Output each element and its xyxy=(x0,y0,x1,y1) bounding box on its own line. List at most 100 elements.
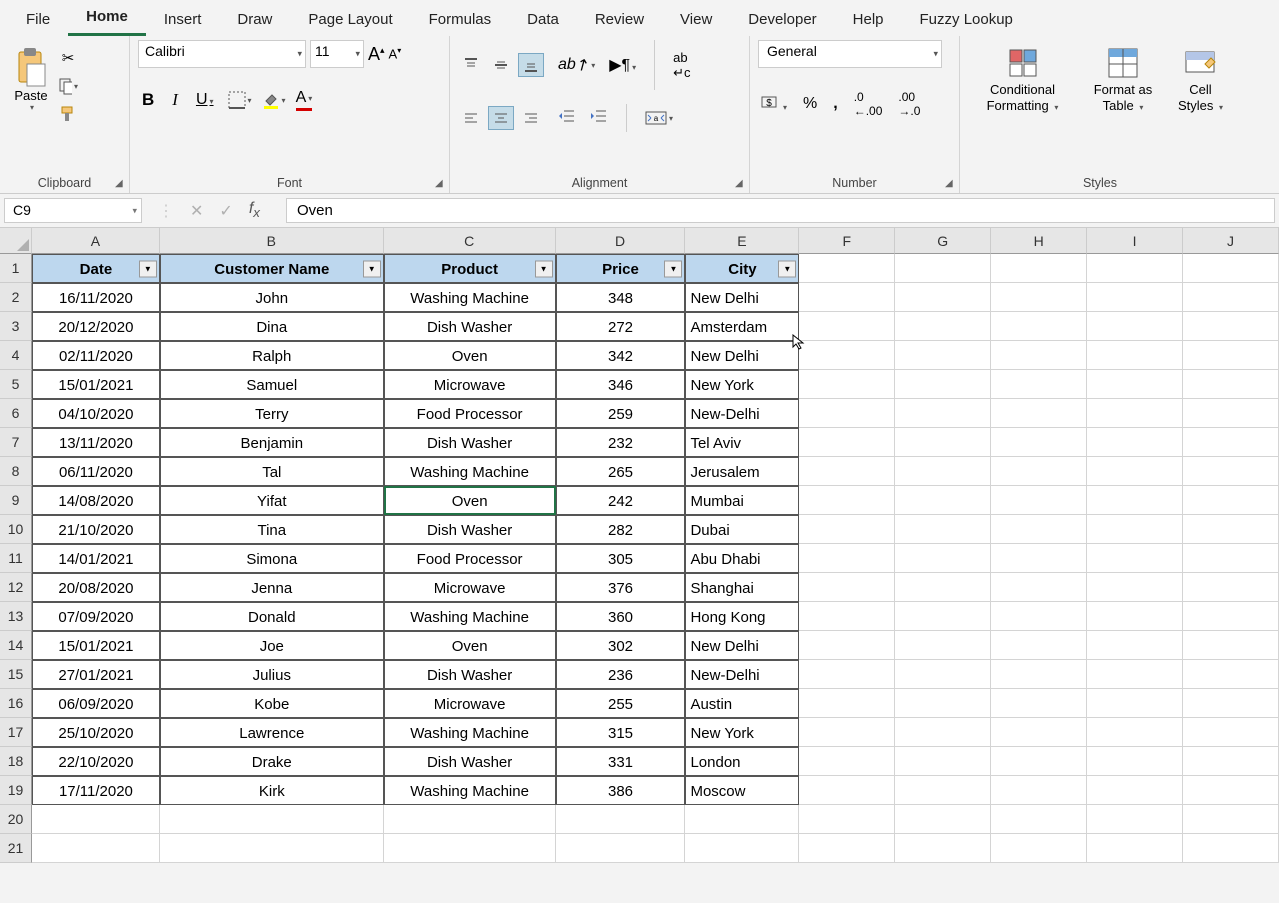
cell[interactable] xyxy=(1183,544,1279,573)
cell[interactable]: 242 xyxy=(556,486,686,515)
cell[interactable] xyxy=(1183,312,1279,341)
cell[interactable]: 15/01/2021 xyxy=(32,370,160,399)
cell[interactable] xyxy=(685,805,799,834)
cell[interactable]: New York xyxy=(685,370,799,399)
cell[interactable]: Oven xyxy=(384,631,556,660)
cell[interactable] xyxy=(895,457,991,486)
row-header[interactable]: 1 xyxy=(0,254,32,283)
decrease-font-button[interactable]: A▾ xyxy=(389,46,402,61)
wrap-text-button[interactable]: ab↵c xyxy=(673,50,690,81)
cell[interactable] xyxy=(991,805,1087,834)
cell[interactable]: 13/11/2020 xyxy=(32,428,160,457)
cell[interactable]: 342 xyxy=(556,341,686,370)
cell[interactable] xyxy=(895,602,991,631)
select-all-corner[interactable] xyxy=(0,228,32,254)
cell[interactable] xyxy=(991,747,1087,776)
cell[interactable]: Simona xyxy=(160,544,384,573)
row-header[interactable]: 21 xyxy=(0,834,32,863)
cell[interactable] xyxy=(556,834,686,863)
borders-button[interactable]: ▾ xyxy=(228,91,252,109)
row-header[interactable]: 6 xyxy=(0,399,32,428)
worksheet-grid[interactable]: ABCDEFGHIJ 1Date▼Customer Name▼Product▼P… xyxy=(0,228,1279,863)
cell[interactable]: 22/10/2020 xyxy=(32,747,160,776)
cell[interactable]: Dubai xyxy=(685,515,799,544)
cell[interactable]: Amsterdam xyxy=(685,312,799,341)
cell[interactable]: New-Delhi xyxy=(685,399,799,428)
cell[interactable] xyxy=(799,515,895,544)
cell[interactable]: Kirk xyxy=(160,776,384,805)
cell[interactable] xyxy=(1087,834,1183,863)
cell[interactable] xyxy=(1087,399,1183,428)
cell[interactable] xyxy=(1087,631,1183,660)
row-header[interactable]: 14 xyxy=(0,631,32,660)
cell[interactable] xyxy=(1183,283,1279,312)
align-bottom-button[interactable] xyxy=(518,53,544,77)
cell[interactable] xyxy=(1183,573,1279,602)
cell[interactable] xyxy=(1183,370,1279,399)
row-header[interactable]: 13 xyxy=(0,602,32,631)
cell[interactable]: Microwave xyxy=(384,370,556,399)
cell[interactable] xyxy=(1087,341,1183,370)
format-as-table-button[interactable]: Format as Table ▾ xyxy=(1081,40,1165,113)
cell[interactable]: 14/01/2021 xyxy=(32,544,160,573)
decrease-indent-button[interactable] xyxy=(558,108,576,129)
cell[interactable] xyxy=(991,834,1087,863)
cell[interactable] xyxy=(895,486,991,515)
cell[interactable]: Julius xyxy=(160,660,384,689)
cell[interactable]: 282 xyxy=(556,515,686,544)
cell[interactable] xyxy=(991,631,1087,660)
cell[interactable]: 265 xyxy=(556,457,686,486)
cell[interactable] xyxy=(1087,312,1183,341)
cell[interactable] xyxy=(895,834,991,863)
cell[interactable] xyxy=(556,805,686,834)
cell[interactable]: 315 xyxy=(556,718,686,747)
cell[interactable]: 305 xyxy=(556,544,686,573)
align-right-button[interactable] xyxy=(518,106,544,130)
cell[interactable] xyxy=(895,399,991,428)
cell[interactable] xyxy=(1183,660,1279,689)
cell[interactable]: 386 xyxy=(556,776,686,805)
cell[interactable]: 331 xyxy=(556,747,686,776)
cell[interactable] xyxy=(1087,776,1183,805)
cell[interactable] xyxy=(1183,602,1279,631)
row-header[interactable]: 2 xyxy=(0,283,32,312)
cell[interactable]: Customer Name▼ xyxy=(160,254,384,283)
cell[interactable] xyxy=(1087,718,1183,747)
cell[interactable]: New Delhi xyxy=(685,341,799,370)
cell[interactable]: Jenna xyxy=(160,573,384,602)
align-top-button[interactable] xyxy=(458,53,484,77)
tab-help[interactable]: Help xyxy=(835,3,902,36)
cell[interactable]: Dina xyxy=(160,312,384,341)
row-header[interactable]: 20 xyxy=(0,805,32,834)
row-header[interactable]: 19 xyxy=(0,776,32,805)
cell[interactable] xyxy=(895,573,991,602)
font-size-select[interactable]: 11▾ xyxy=(310,40,364,68)
cell[interactable]: Dish Washer xyxy=(384,312,556,341)
cell[interactable] xyxy=(1087,689,1183,718)
row-header[interactable]: 10 xyxy=(0,515,32,544)
cell[interactable] xyxy=(799,776,895,805)
cell[interactable] xyxy=(799,631,895,660)
cell[interactable]: Donald xyxy=(160,602,384,631)
fill-color-button[interactable]: ▾ xyxy=(262,91,286,109)
cell[interactable]: 02/11/2020 xyxy=(32,341,160,370)
cell[interactable]: Tal xyxy=(160,457,384,486)
cell[interactable]: Kobe xyxy=(160,689,384,718)
cell[interactable]: Washing Machine xyxy=(384,457,556,486)
cell[interactable] xyxy=(1087,747,1183,776)
dialog-launcher-icon[interactable]: ◢ xyxy=(115,178,127,190)
cell[interactable]: Date▼ xyxy=(32,254,160,283)
cell[interactable] xyxy=(799,341,895,370)
cell[interactable]: New Delhi xyxy=(685,283,799,312)
cell[interactable] xyxy=(1183,834,1279,863)
cell[interactable]: 272 xyxy=(556,312,686,341)
column-header[interactable]: H xyxy=(991,228,1087,254)
row-header[interactable]: 5 xyxy=(0,370,32,399)
cell[interactable] xyxy=(991,776,1087,805)
font-color-button[interactable]: A▾ xyxy=(296,89,313,111)
cell[interactable]: 04/10/2020 xyxy=(32,399,160,428)
cell[interactable] xyxy=(1087,602,1183,631)
conditional-formatting-button[interactable]: Conditional Formatting ▾ xyxy=(968,40,1077,113)
row-header[interactable]: 18 xyxy=(0,747,32,776)
tab-insert[interactable]: Insert xyxy=(146,3,220,36)
